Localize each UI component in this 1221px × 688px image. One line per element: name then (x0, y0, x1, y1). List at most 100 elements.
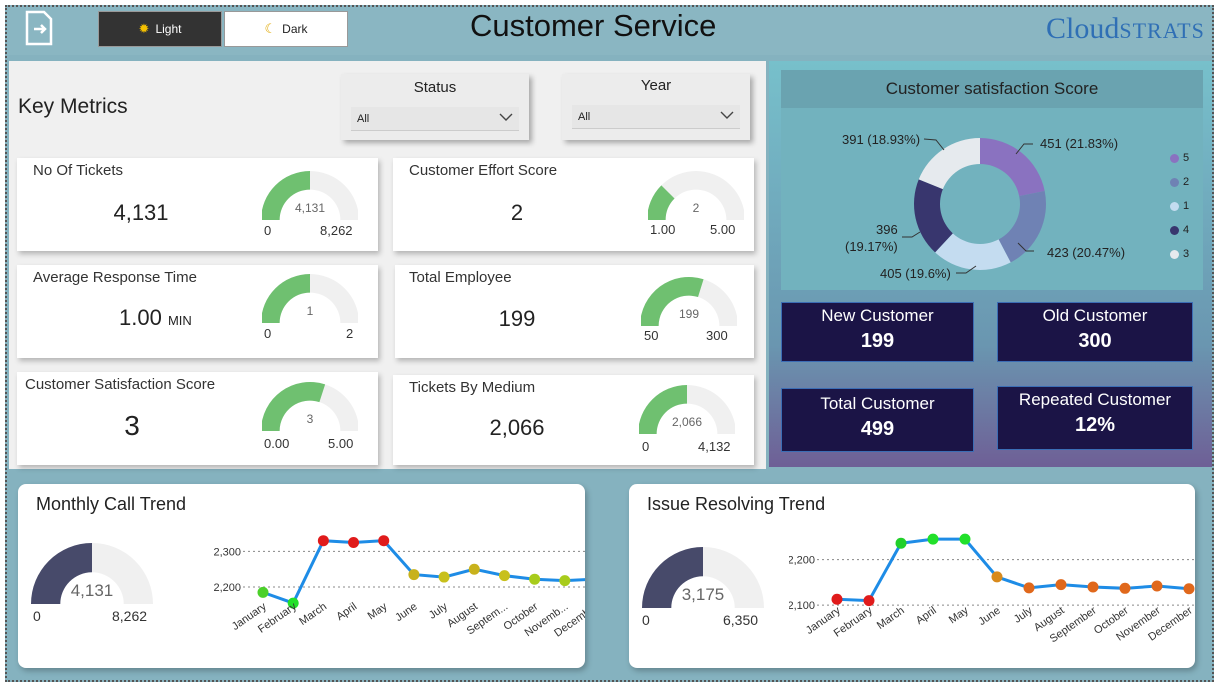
data-point (348, 536, 360, 548)
issue-resolving-trend-card: Issue Resolving Trend 3,175 0 6,350 2,10… (629, 484, 1195, 668)
gauge-min: 0 (642, 439, 650, 454)
metric-title: Customer Satisfaction Score (25, 376, 216, 393)
dark-theme-button[interactable]: ☾ Dark (224, 11, 348, 47)
gauge-min: 0 (642, 612, 650, 628)
gauge-min: 0 (33, 608, 41, 624)
legend-marker (1170, 225, 1179, 235)
legend-label: 3 (1183, 248, 1190, 260)
sun-icon: ✹ (138, 21, 150, 36)
legend-item-4[interactable]: 4 (1170, 218, 1189, 242)
light-theme-button[interactable]: ✹ Light (98, 11, 222, 47)
monthly-call-trend-card: Monthly Call Trend 4,131 0 8,262 2,200 2,… (18, 484, 585, 668)
gauge-value: 199 (679, 307, 699, 321)
data-point (468, 563, 480, 575)
monthly-call-line-chart: 2,2002,300JanuaryFebruaryMarch April May Ju… (213, 535, 585, 640)
gauge-value: 4,131 (295, 201, 325, 215)
metric-card-satisfaction: Customer Satisfaction Score 3 3 0.00 5.0… (17, 372, 378, 465)
gauge-max: 6,350 (723, 612, 759, 628)
x-tick-label: April (914, 605, 939, 627)
gauge-min: 0 (264, 326, 272, 341)
kpi-value: 12% (1074, 414, 1116, 436)
satisfaction-gauge: 3 (262, 382, 358, 431)
legend-item-3[interactable]: 3 (1170, 242, 1189, 266)
status-dropdown[interactable]: All (351, 107, 519, 131)
kpi-value: 300 (1078, 330, 1112, 352)
response-gauge: 1 (262, 274, 358, 323)
donut-legend: 5 2 1 4 3 (1170, 146, 1189, 266)
slice-label-2: 423 (20.47%) (1047, 245, 1126, 260)
legend-label: 4 (1183, 224, 1190, 236)
data-point (498, 570, 510, 582)
metric-card-tickets: No Of Tickets 4,131 4,131 0 8,262 (17, 158, 378, 251)
data-point (1055, 579, 1067, 591)
chevron-down-icon (499, 113, 513, 125)
data-point (863, 595, 875, 607)
gauge-max: 300 (706, 328, 728, 343)
chevron-down-icon (720, 111, 734, 123)
donut-title: Customer satisfaction Score (781, 70, 1203, 108)
gauge-value: 3 (307, 412, 314, 426)
status-filter-label: Status (413, 79, 457, 96)
metric-value: 2 (510, 200, 524, 225)
x-tick-label: July (1012, 604, 1035, 625)
status-dropdown-value: All (357, 112, 370, 125)
medium-gauge: 2,066 (639, 385, 735, 434)
kpi-label: Old Customer (1042, 306, 1148, 325)
gauge-min: 1.00 (650, 222, 676, 237)
x-tick-label: May (947, 604, 971, 626)
gauge-max: 5.00 (710, 222, 736, 237)
page-title: Customer Service (470, 8, 717, 43)
key-metrics-heading: Key Metrics (18, 95, 128, 118)
x-tick-label: June (393, 601, 419, 625)
metric-value: 4,131 (113, 200, 169, 225)
data-point (1151, 580, 1163, 592)
gauge-max: 8,262 (112, 608, 148, 624)
slice-label-4a: 396 (876, 222, 898, 237)
monthly-call-gauge: 4,131 (31, 543, 153, 604)
series-line (262, 539, 585, 605)
legend-label: 1 (1183, 200, 1190, 212)
data-point (927, 533, 939, 545)
x-tick-label: March (875, 605, 907, 632)
tickets-gauge: 4,131 (262, 171, 358, 220)
x-tick-label: June (976, 605, 1002, 629)
year-filter: Year All (562, 74, 750, 140)
data-point (378, 535, 390, 547)
slice-label-3: 391 (18.93%) (842, 132, 921, 147)
light-theme-label: Light (155, 22, 182, 36)
legend-item-5[interactable]: 5 (1170, 146, 1189, 170)
legend-item-2[interactable]: 2 (1170, 170, 1189, 194)
y-tick-label: 2,300 (213, 546, 241, 558)
trend-title: Issue Resolving Trend (647, 494, 826, 514)
slice-label-5: 451 (21.83%) (1040, 136, 1119, 151)
kpi-label: New Customer (821, 306, 934, 325)
data-point (257, 586, 269, 598)
metric-card-response: Average Response Time 1.00 MIN 1 0 2 (17, 265, 378, 358)
moon-icon: ☾ (264, 21, 277, 36)
gauge-max: 4,132 (698, 439, 731, 454)
series-line (836, 537, 1190, 603)
total-customer-card: Total Customer 499 (781, 388, 974, 452)
y-tick-label: 2,100 (789, 600, 815, 612)
data-point (1087, 581, 1099, 593)
legend-marker (1170, 201, 1179, 211)
new-customer-card: New Customer 199 (781, 302, 974, 362)
exit-icon[interactable] (24, 10, 54, 46)
kpi-value: 199 (860, 330, 895, 352)
data-point (1183, 583, 1195, 595)
cloudstrats-logo: CloudSTRATS (1046, 12, 1205, 45)
trend-title: Monthly Call Trend (36, 494, 187, 514)
legend-item-1[interactable]: 1 (1170, 194, 1189, 218)
gauge-max: 5.00 (328, 436, 354, 451)
gauge-max: 8,262 (320, 223, 353, 238)
status-filter: Status All (341, 74, 529, 140)
slice-label-4b: (19.17%) (845, 239, 898, 254)
gauge-fill (262, 274, 310, 323)
gauge-value: 3,175 (682, 585, 725, 604)
year-dropdown[interactable]: All (572, 105, 740, 129)
data-point (317, 535, 329, 547)
employee-gauge: 199 (641, 277, 737, 326)
metric-title: No Of Tickets (33, 162, 124, 179)
slice-label-1: 405 (19.6%) (880, 266, 951, 281)
gauge-max: 2 (346, 326, 354, 341)
